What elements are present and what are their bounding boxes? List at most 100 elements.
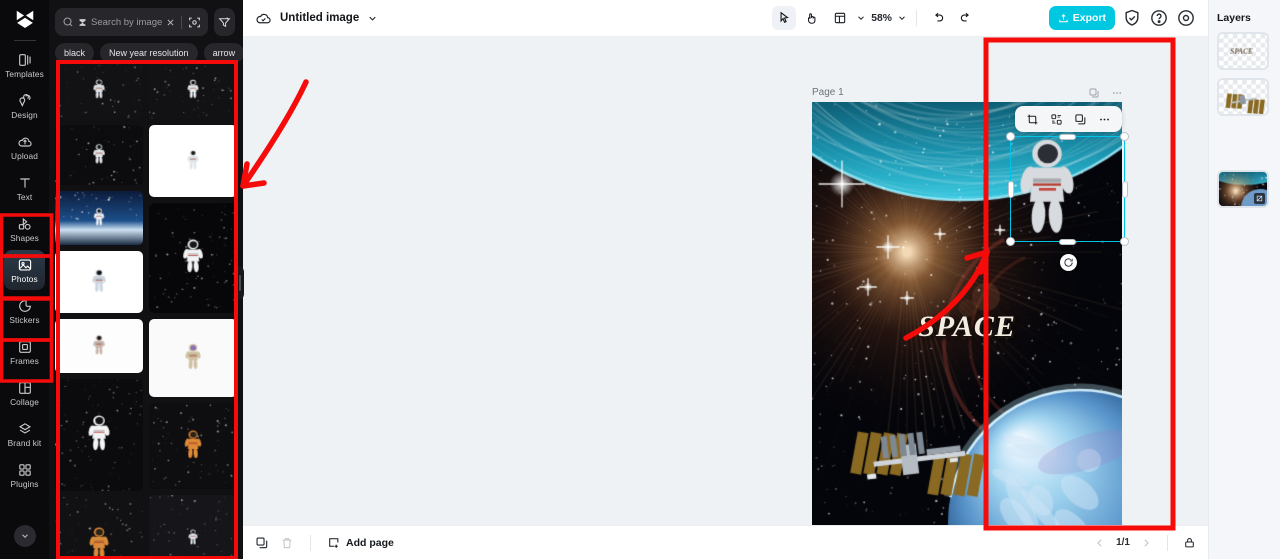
rail-item-text[interactable]: Text xyxy=(4,168,45,208)
close-icon[interactable] xyxy=(166,18,175,27)
chevron-down-icon[interactable] xyxy=(367,13,378,24)
capcut-editor-window: Templates Design Upload Text Shapes Photos Sti… xyxy=(0,0,1280,559)
chevron-down-icon[interactable] xyxy=(856,13,866,23)
capcut-logo-icon[interactable] xyxy=(0,0,49,38)
resize-handle-tl[interactable] xyxy=(1006,132,1015,141)
rail-item-brand-kit[interactable]: Brand kit xyxy=(4,414,45,454)
add-page-icon xyxy=(327,536,340,549)
rail-item-label: Text xyxy=(17,193,33,202)
zoom-level[interactable]: 58% xyxy=(871,13,892,24)
rail-item-label: Collage xyxy=(10,398,39,407)
shield-check-icon[interactable] xyxy=(1122,8,1142,28)
crop-button[interactable] xyxy=(1026,113,1039,126)
rail-item-label: Brand kit xyxy=(8,439,42,448)
photo-thumbnail[interactable] xyxy=(55,319,143,373)
photo-thumbnail[interactable] xyxy=(55,125,143,185)
photo-thumbnail[interactable] xyxy=(149,203,237,313)
photo-thumbnail[interactable] xyxy=(55,61,143,119)
photo-thumbnail[interactable] xyxy=(149,61,237,119)
photo-thumbnail[interactable] xyxy=(149,125,237,197)
resize-handle-tr[interactable] xyxy=(1120,132,1129,141)
visual-search-icon[interactable] xyxy=(188,16,201,29)
rail-item-upload[interactable]: Upload xyxy=(4,127,45,167)
undo-button[interactable] xyxy=(926,6,950,30)
page-actions xyxy=(1088,87,1123,99)
photo-thumbnail[interactable] xyxy=(55,251,143,313)
next-page-button[interactable] xyxy=(1140,537,1152,549)
remove-background-button[interactable] xyxy=(1050,113,1063,126)
photo-thumbnail[interactable] xyxy=(55,497,143,559)
more-options-button[interactable] xyxy=(1098,113,1111,126)
canvas-area[interactable]: Page 1 SPACE xyxy=(243,37,1208,525)
resize-handle-left[interactable] xyxy=(1008,181,1014,198)
delete-page-button[interactable] xyxy=(280,536,294,550)
export-icon xyxy=(1058,13,1069,24)
layer-lock-badge xyxy=(1254,193,1265,204)
photo-thumbnail[interactable] xyxy=(149,319,237,397)
resize-handle-top[interactable] xyxy=(1059,134,1076,140)
photo-thumbnail[interactable] xyxy=(55,379,143,491)
layers-panel: Layers xyxy=(1208,0,1280,559)
rail-item-collage[interactable]: Collage xyxy=(4,373,45,413)
resize-handle-br[interactable] xyxy=(1120,237,1129,246)
redo-button[interactable] xyxy=(954,6,978,30)
gear-icon[interactable] xyxy=(1176,8,1196,28)
duplicate-button[interactable] xyxy=(1074,113,1087,126)
mask-icon xyxy=(1256,195,1263,202)
duplicate-page-button[interactable] xyxy=(255,536,269,550)
rail-item-shapes[interactable]: Shapes xyxy=(4,209,45,249)
photo-thumbnail[interactable] xyxy=(55,191,143,245)
layer-background[interactable] xyxy=(1217,170,1269,208)
rail-item-photos[interactable]: Photos xyxy=(4,250,45,290)
duplicate-icon xyxy=(1074,113,1087,126)
resize-handle-bottom[interactable] xyxy=(1059,239,1076,245)
crop-icon xyxy=(1026,113,1039,126)
help-circle-icon[interactable] xyxy=(1149,8,1169,28)
search-input[interactable]: Search by image xyxy=(55,8,208,36)
rail-collapse-button[interactable] xyxy=(14,525,36,547)
photo-thumbnail[interactable] xyxy=(149,495,237,559)
rail-item-label: Templates xyxy=(5,70,44,79)
more-horizontal-icon[interactable] xyxy=(1111,87,1123,99)
rail-item-plugins[interactable]: Plugins xyxy=(4,455,45,495)
rail-item-label: Upload xyxy=(11,152,38,161)
rail-item-stickers[interactable]: Stickers xyxy=(4,291,45,331)
rail-item-templates[interactable]: Templates xyxy=(4,45,45,85)
selection-toolbar xyxy=(1015,106,1122,132)
selection-frame[interactable] xyxy=(1010,136,1125,242)
rail-item-design[interactable]: Design xyxy=(4,86,45,126)
photo-results-grid[interactable] xyxy=(49,61,243,559)
hand-tool-button[interactable] xyxy=(800,6,824,30)
rail-divider-top xyxy=(14,40,36,41)
duplicate-icon[interactable] xyxy=(1088,87,1100,99)
search-chip[interactable]: black xyxy=(55,43,94,63)
layer-station[interactable] xyxy=(1217,78,1269,116)
resize-handle-bl[interactable] xyxy=(1006,237,1015,246)
chevron-down-icon[interactable] xyxy=(897,13,907,23)
photo-thumbnail[interactable] xyxy=(149,403,237,489)
rail-item-label: Design xyxy=(11,111,37,120)
export-button[interactable]: Export xyxy=(1049,6,1115,30)
search-chip[interactable]: New year resolution xyxy=(100,43,198,63)
search-filter-button[interactable] xyxy=(214,8,235,36)
panel-resize-handle[interactable] xyxy=(235,266,244,300)
rail-item-label: Photos xyxy=(11,275,37,284)
rail-item-label: Plugins xyxy=(11,480,39,489)
layer-text-space[interactable] xyxy=(1217,32,1269,70)
page-label: Page 1 xyxy=(812,87,844,98)
rail-item-frames[interactable]: Frames xyxy=(4,332,45,372)
resize-handle-right[interactable] xyxy=(1122,181,1128,198)
prev-page-button[interactable] xyxy=(1094,537,1106,549)
select-tool-button[interactable] xyxy=(772,6,796,30)
document-title[interactable]: Untitled image xyxy=(280,12,359,24)
cursor-arrow-icon xyxy=(777,11,791,25)
layout-tool-button[interactable] xyxy=(828,6,852,30)
search-row: Search by image xyxy=(49,0,243,36)
lock-button[interactable] xyxy=(1183,536,1196,549)
collage-icon xyxy=(17,380,33,396)
rotate-handle[interactable] xyxy=(1060,254,1077,271)
search-chip[interactable]: arrow xyxy=(204,43,243,63)
design-title-text[interactable]: SPACE xyxy=(812,310,1122,344)
rail-item-label: Shapes xyxy=(10,234,39,243)
add-page-button[interactable]: Add page xyxy=(327,536,394,549)
